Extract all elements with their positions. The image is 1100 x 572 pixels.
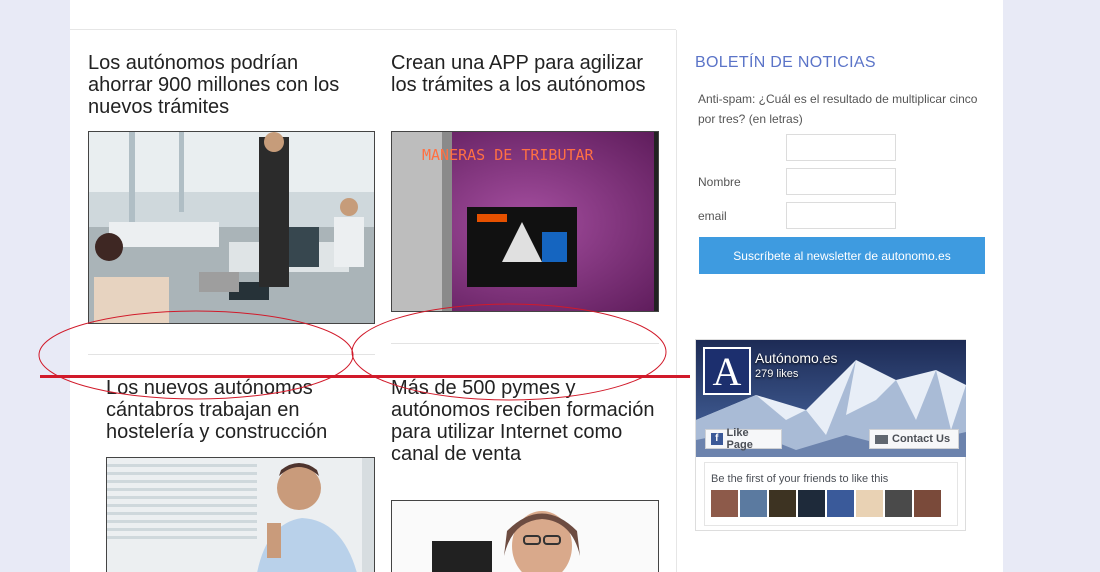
annotation-line [40, 375, 690, 378]
annotation-ellipses [38, 303, 667, 401]
